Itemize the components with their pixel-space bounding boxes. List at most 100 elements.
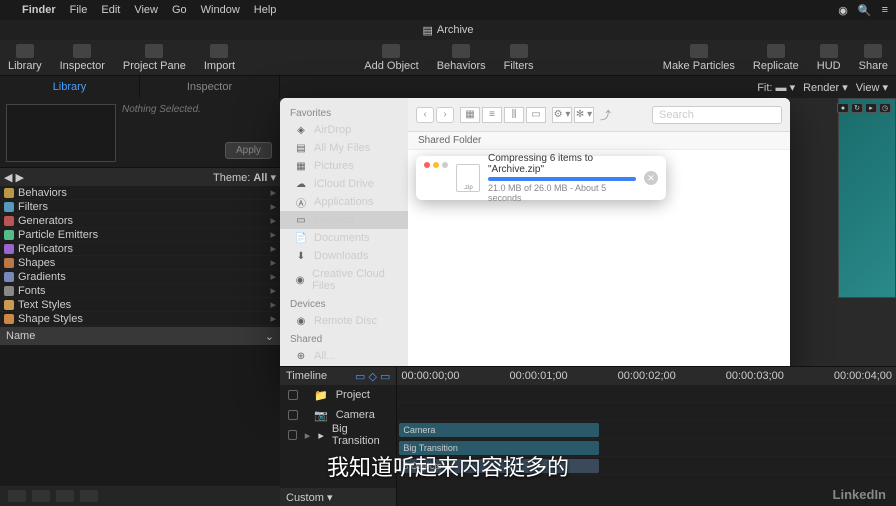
menu-help[interactable]: Help xyxy=(254,4,277,16)
menu-file[interactable]: File xyxy=(70,4,88,16)
menu-window[interactable]: Window xyxy=(201,4,240,16)
name-header[interactable]: Name⌄ xyxy=(0,327,280,345)
favorites-section: Favorites xyxy=(280,104,408,121)
import-button[interactable]: Import xyxy=(204,44,235,72)
sidebar-applications[interactable]: ⒶApplications xyxy=(280,193,408,211)
sidebar-icloud-drive[interactable]: ☁iCloud Drive xyxy=(280,175,408,193)
menu-view[interactable]: View xyxy=(134,4,158,16)
timeline-item-camera[interactable]: 📷Camera xyxy=(280,405,396,425)
replicate-button[interactable]: Replicate xyxy=(753,44,799,72)
globe-icon: ⊕ xyxy=(294,350,308,362)
sidebar-all[interactable]: ⊕All... xyxy=(280,347,408,365)
filters-button[interactable]: Filters xyxy=(504,44,534,72)
category-replicators[interactable]: Replicators▸ xyxy=(0,242,280,256)
icon-view-button[interactable]: ▦ xyxy=(460,107,480,123)
action-button[interactable]: ✻ ▾ xyxy=(574,107,594,123)
linkedin-branding: LinkedIn xyxy=(833,487,886,502)
timeline-item-project[interactable]: 📁Project xyxy=(280,385,396,405)
category-filters[interactable]: Filters▸ xyxy=(0,200,280,214)
tl-icon2[interactable]: ◇ xyxy=(368,371,376,383)
left-panel: Library Inspector Nothing Selected. Appl… xyxy=(0,76,280,506)
category-text-styles[interactable]: Text Styles▸ xyxy=(0,298,280,312)
column-view-button[interactable]: ⫼ xyxy=(504,107,524,123)
tl-icon3[interactable]: ▭ xyxy=(380,371,390,383)
library-content xyxy=(0,345,280,486)
compress-status: 21.0 MB of 26.0 MB - About 5 seconds xyxy=(488,183,636,203)
add-object-button[interactable]: Add Object xyxy=(364,44,418,72)
tab-inspector[interactable]: Inspector xyxy=(140,76,280,98)
make-particles-button[interactable]: Make Particles xyxy=(663,44,735,72)
project-pane-button[interactable]: Project Pane xyxy=(123,44,186,72)
library-button[interactable]: Library xyxy=(8,44,42,72)
window-titlebar: ▤ Archive xyxy=(0,20,896,40)
window-title: Archive xyxy=(437,24,474,36)
sidebar-documents[interactable]: 📄Documents xyxy=(280,229,408,247)
loop-icon[interactable]: ↻ xyxy=(851,103,863,113)
category-generators[interactable]: Generators▸ xyxy=(0,214,280,228)
sidebar-airdrop[interactable]: ◈AirDrop xyxy=(280,121,408,139)
sort-icon[interactable]: ⌄ xyxy=(265,330,274,343)
toggle-icon[interactable]: ◉ xyxy=(838,4,848,17)
nav-back-icon[interactable]: ◀ ▶ xyxy=(4,171,24,184)
clip-camera[interactable]: Camera xyxy=(399,423,599,437)
fit-dropdown[interactable]: Fit: ▬ ▾ xyxy=(757,81,795,94)
timeline-ruler[interactable]: 00:00:00;0000:00:01;0000:00:02;0000:00:0… xyxy=(397,367,896,385)
share-finder-button[interactable]: ⤴ xyxy=(600,107,611,123)
sidebar-desktop[interactable]: ▭Desktop xyxy=(280,211,408,229)
share-button[interactable]: Share xyxy=(859,44,888,72)
finder-toolbar: ‹› ▦ ≡ ⫼ ▭ ⚙ ▾ ✻ ▾ ⤴ Search xyxy=(408,98,790,132)
list-view-button[interactable]: ≡ xyxy=(482,107,502,123)
category-shapes[interactable]: Shapes▸ xyxy=(0,256,280,270)
doc-icon: ▤ xyxy=(422,24,432,37)
finder-body[interactable]: .zip Compressing 6 items to "Archive.zip… xyxy=(408,150,790,388)
menu-edit[interactable]: Edit xyxy=(101,4,120,16)
timeline-panel: Timeline ▭ ◇ ▭ 📁Project📷Camera▸▸Big Tran… xyxy=(280,366,896,506)
sidebar-pictures[interactable]: ▦Pictures xyxy=(280,157,408,175)
search-input[interactable]: Search xyxy=(652,106,782,124)
clock-icon[interactable]: ◷ xyxy=(879,103,891,113)
inspector-button[interactable]: Inspector xyxy=(60,44,105,72)
search-icon[interactable]: 🔍 xyxy=(858,4,872,17)
back-button[interactable]: ‹ xyxy=(416,107,434,123)
step-icon[interactable]: ▸ xyxy=(865,103,877,113)
compress-title: Compressing 6 items to "Archive.zip" xyxy=(488,153,636,175)
apply-button[interactable]: Apply xyxy=(225,142,272,159)
tab-library[interactable]: Library xyxy=(0,76,140,98)
behaviors-button[interactable]: Behaviors xyxy=(437,44,486,72)
inspector-preview: Nothing Selected. Apply xyxy=(0,98,280,168)
nav-row: ◀ ▶ Theme: All ▾ xyxy=(0,168,280,186)
app-name[interactable]: Finder xyxy=(22,4,56,16)
finder-sidebar: Favorites ◈AirDrop▤All My Files▦Pictures… xyxy=(280,98,408,388)
canvas-preview: ● ↻ ▸ ◷ xyxy=(838,98,896,298)
view-dropdown[interactable]: View ▾ xyxy=(856,81,888,94)
timeline-item-big-transition[interactable]: ▸▸Big Transition xyxy=(280,425,396,445)
record-icon[interactable]: ● xyxy=(837,103,849,113)
forward-button[interactable]: › xyxy=(436,107,454,123)
sidebar-downloads[interactable]: ⬇Downloads xyxy=(280,247,408,265)
render-dropdown[interactable]: Render ▾ xyxy=(803,81,848,94)
timeline-tracks[interactable]: Camera Big Transition 3 Objects xyxy=(397,385,896,506)
menu-go[interactable]: Go xyxy=(172,4,187,16)
category-list[interactable]: Behaviors▸Filters▸Generators▸Particle Em… xyxy=(0,186,280,327)
tl-icon1[interactable]: ▭ xyxy=(355,371,365,383)
sidebar-creative-cloud-files[interactable]: ◉Creative Cloud Files xyxy=(280,265,408,295)
category-particle-emitters[interactable]: Particle Emitters▸ xyxy=(0,228,280,242)
cancel-compress-button[interactable]: ✕ xyxy=(644,171,658,185)
zip-icon: .zip xyxy=(456,164,480,192)
category-behaviors[interactable]: Behaviors▸ xyxy=(0,186,280,200)
shared-section: Shared xyxy=(280,330,408,347)
timeline-label: Timeline xyxy=(286,370,327,382)
devices-section: Devices xyxy=(280,295,408,312)
preview-thumbnail xyxy=(6,104,116,162)
category-gradients[interactable]: Gradients▸ xyxy=(0,270,280,284)
sidebar-all-my-files[interactable]: ▤All My Files xyxy=(280,139,408,157)
hud-button[interactable]: HUD xyxy=(817,44,841,72)
progress-bar xyxy=(488,177,636,181)
category-fonts[interactable]: Fonts▸ xyxy=(0,284,280,298)
arrange-button[interactable]: ⚙ ▾ xyxy=(552,107,572,123)
sidebar-remote-disc[interactable]: ◉Remote Disc xyxy=(280,312,408,330)
category-shape-styles[interactable]: Shape Styles▸ xyxy=(0,312,280,326)
menu-icon[interactable]: ≡ xyxy=(882,4,888,16)
custom-dropdown[interactable]: Custom ▾ xyxy=(286,491,332,504)
gallery-view-button[interactable]: ▭ xyxy=(526,107,546,123)
